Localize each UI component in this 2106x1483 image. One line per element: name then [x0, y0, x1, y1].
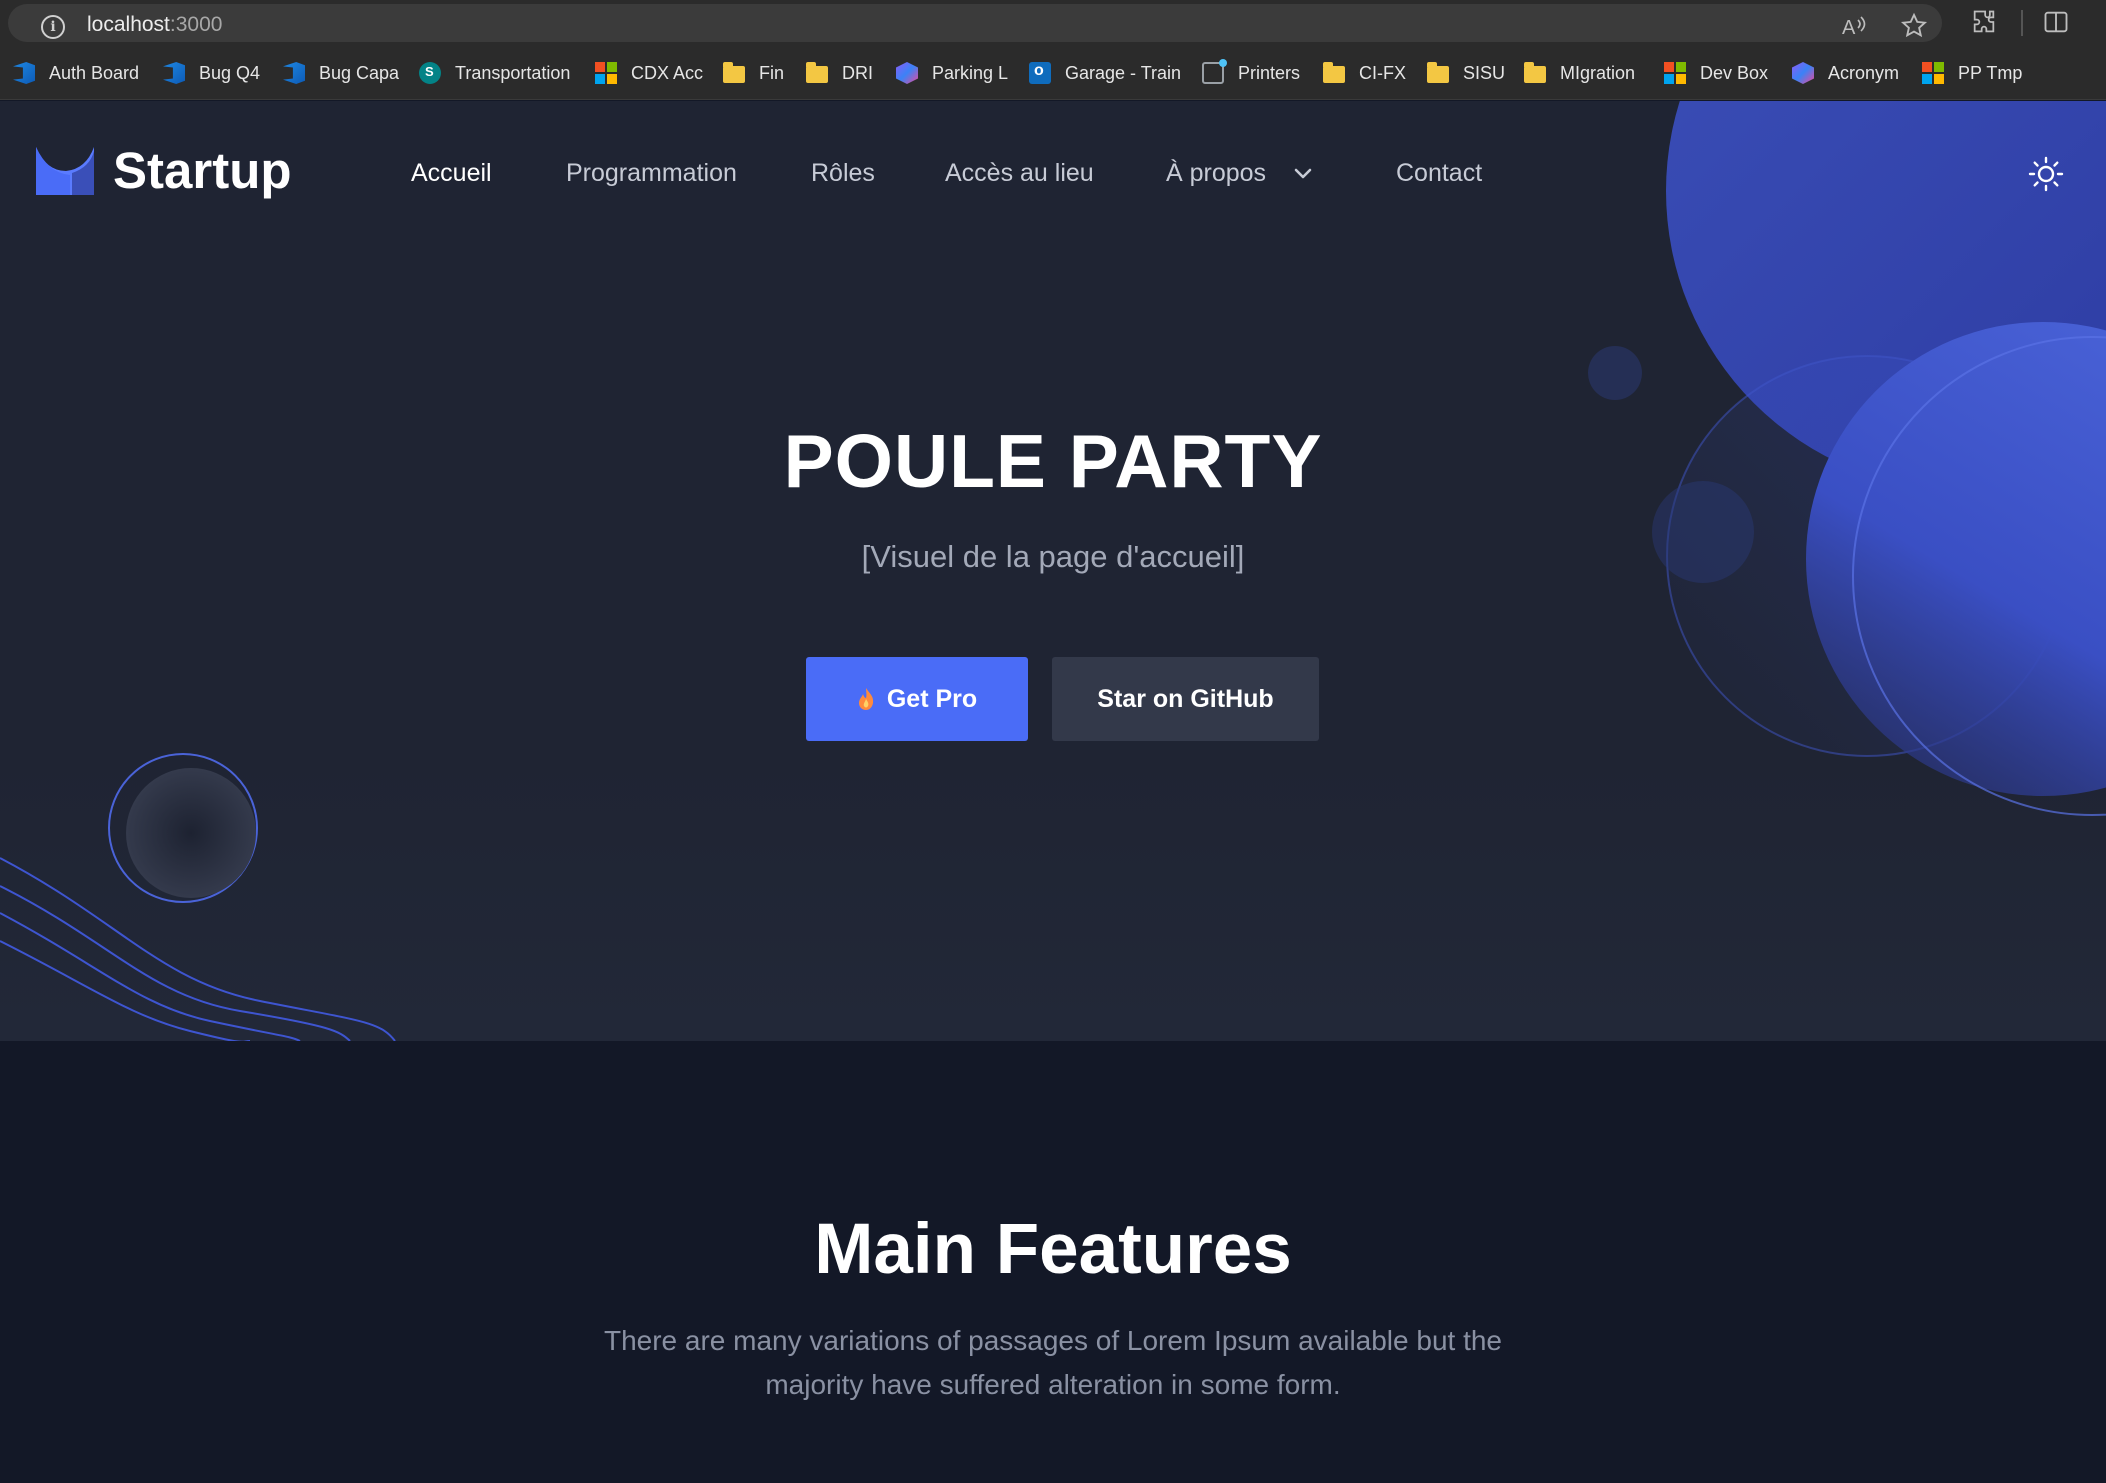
microsoft-icon [1922, 62, 1944, 84]
app-icon [1792, 62, 1814, 84]
bookmark-label: DRI [842, 62, 873, 83]
browser-address-bar: i localhost:3000 A [0, 0, 2106, 46]
bookmark-parking-l[interactable]: Parking L [896, 60, 1008, 86]
brand-name[interactable]: Startup [113, 141, 292, 200]
star-on-github-label: Star on GitHub [1097, 684, 1274, 713]
app-icon [896, 62, 918, 84]
nav-contact[interactable]: Contact [1396, 159, 1482, 188]
nav-acces-au-lieu[interactable]: Accès au lieu [945, 159, 1094, 188]
bookmark-label: CDX Acc [631, 62, 704, 83]
bookmark-fin[interactable]: Fin [723, 60, 784, 86]
bookmark-label: Auth Board [49, 62, 140, 83]
star-on-github-button[interactable]: Star on GitHub [1052, 657, 1319, 741]
bookmark-label: Transportation [455, 62, 571, 83]
url-host: localhost [87, 13, 170, 36]
bookmark-garage-train[interactable]: Garage - Train [1029, 60, 1181, 86]
fire-icon [858, 688, 873, 710]
bookmark-sisu[interactable]: SISU [1427, 60, 1505, 86]
microsoft-icon [595, 62, 617, 84]
extensions-icon[interactable] [1970, 8, 1998, 44]
site-info-icon[interactable]: i [41, 15, 65, 39]
microsoft-icon [1664, 62, 1686, 84]
svg-text:A: A [1842, 17, 1856, 39]
bookmark-bug-capa[interactable]: Bug Capa [283, 60, 399, 86]
bookmark-label: Garage - Train [1065, 62, 1182, 83]
bookmark-auth-board[interactable]: Auth Board [13, 60, 139, 86]
url-text[interactable]: localhost:3000 [87, 13, 222, 37]
brand-logo-icon[interactable] [36, 147, 94, 195]
bookmark-label: MIgration [1560, 62, 1636, 83]
bookmark-label: SISU [1463, 62, 1506, 83]
bookmark-pp-tmp[interactable]: PP Tmp [1922, 60, 2022, 86]
nav-roles[interactable]: Rôles [811, 159, 875, 188]
get-pro-label: Get Pro [886, 684, 978, 713]
bookmarks-bar: Auth Board Bug Q4 Bug Capa Transportatio… [0, 46, 2106, 100]
hero-title: POULE PARTY [783, 419, 1323, 503]
azure-devops-icon [163, 62, 185, 84]
folder-icon [1323, 62, 1345, 83]
bookmark-label: PP Tmp [1958, 62, 2023, 83]
features-description: There are many variations of passages of… [603, 1325, 1503, 1400]
outlook-icon [1029, 62, 1051, 84]
chevron-down-icon[interactable] [1293, 164, 1313, 184]
folder-icon [806, 62, 828, 83]
url-box[interactable]: i localhost:3000 A [8, 4, 1942, 42]
folder-icon [1427, 62, 1449, 83]
bookmark-transportation[interactable]: Transportation [419, 60, 570, 86]
sharepoint-icon [419, 62, 441, 84]
get-pro-button[interactable]: Get Pro [806, 657, 1028, 741]
bookmark-dev-box[interactable]: Dev Box [1664, 60, 1768, 86]
bookmark-cdx-acc[interactable]: CDX Acc [595, 60, 703, 86]
nav-programmation[interactable]: Programmation [566, 159, 737, 188]
folder-icon [1524, 62, 1546, 83]
features-title: Main Features [814, 1210, 1292, 1289]
bookmark-label: Bug Capa [319, 62, 400, 83]
split-screen-icon[interactable] [2042, 8, 2070, 44]
nav-a-propos[interactable]: À propos [1166, 159, 1266, 188]
bookmark-acronym[interactable]: Acronym [1792, 60, 1899, 86]
bookmark-ci-fx[interactable]: CI-FX [1323, 60, 1406, 86]
bookmark-printers[interactable]: Printers [1202, 59, 1301, 86]
toolbar-divider [2021, 10, 2023, 36]
sun-icon[interactable] [2028, 156, 2064, 192]
features-section: Main Features There are many variations … [0, 1041, 2106, 1483]
azure-devops-icon [13, 62, 35, 84]
read-aloud-icon[interactable]: A [1840, 12, 1868, 48]
bookmark-label: Bug Q4 [199, 62, 261, 83]
bookmark-label: CI-FX [1359, 62, 1406, 83]
bookmark-label: Printers [1238, 62, 1301, 83]
folder-icon [723, 62, 745, 83]
bookmark-label: Dev Box [1700, 62, 1769, 83]
hero-section: Startup Accueil Programmation Rôles Accè… [0, 101, 2106, 1041]
bookmark-bug-q4[interactable]: Bug Q4 [163, 60, 260, 86]
bookmark-label: Parking L [932, 62, 1009, 83]
favorite-star-icon[interactable] [1900, 12, 1928, 48]
bookmark-dri[interactable]: DRI [806, 60, 873, 86]
printer-icon [1202, 59, 1227, 84]
bookmark-migration[interactable]: MIgration [1524, 60, 1635, 86]
azure-devops-icon [283, 62, 305, 84]
hero-subtitle: [Visuel de la page d'accueil] [861, 539, 1245, 574]
bookmark-label: Fin [759, 62, 785, 83]
url-port: :3000 [169, 13, 223, 36]
bookmark-label: Acronym [1828, 62, 1900, 83]
nav-accueil[interactable]: Accueil [411, 159, 492, 188]
